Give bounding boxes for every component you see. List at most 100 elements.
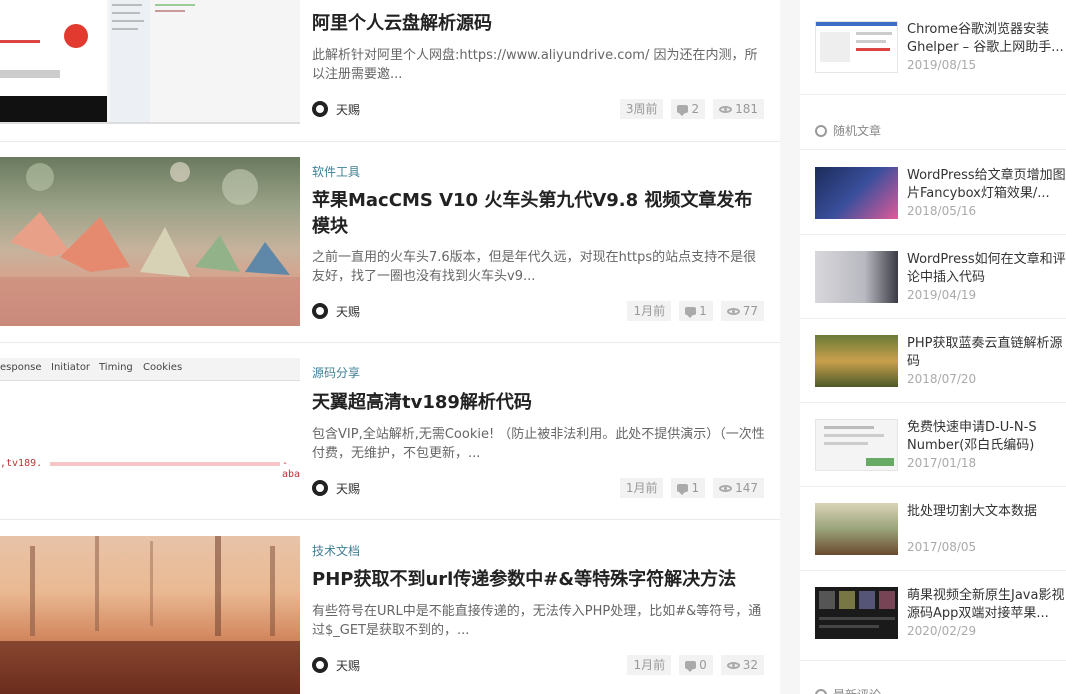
sidebar-post-title[interactable]: WordPress如何在文章和评论中插入代码 <box>907 251 1066 287</box>
sidebar-post-thumbnail <box>815 503 898 555</box>
post-title[interactable]: 阿里个人云盘解析源码 <box>312 11 767 37</box>
sidebar-post-item[interactable]: PHP获取蓝奏云直链解析源码 2018/07/20 <box>815 335 1066 387</box>
comment-icon <box>685 661 697 672</box>
post-category[interactable]: 软件工具 <box>312 163 360 180</box>
sidebar-post-title[interactable]: 批处理切割大文本数据 <box>907 503 1066 521</box>
gear-icon <box>815 124 827 137</box>
sidebar-post-thumbnail <box>815 251 898 303</box>
post-meta: 天赐 1月前 1 147 <box>312 478 764 498</box>
post-item: 阿里个人云盘解析源码 此解析针对阿里个人网盘:https://www.aliyu… <box>0 0 780 141</box>
sidebar-post-title[interactable]: WordPress给文章页增加图片Fancybox灯箱效果/... <box>907 167 1066 203</box>
post-title[interactable]: 天翼超高清tv189解析代码 <box>312 390 767 416</box>
eye-icon <box>726 661 740 669</box>
author-avatar-icon <box>312 303 328 319</box>
sidebar-post-item[interactable]: WordPress给文章页增加图片Fancybox灯箱效果/... 2018/0… <box>815 167 1066 219</box>
sidebar-post-item[interactable]: 萌果视频全新原生Java影视源码App双端对接苹果... 2020/02/29 <box>815 587 1066 639</box>
sidebar-post-date: 2018/07/20 <box>907 372 977 386</box>
sidebar-post-item[interactable]: 免费快速申请D-U-N-S Number(邓白氏编码) 2017/01/18 <box>815 419 1066 471</box>
devtools-tab: Cookies <box>143 362 183 373</box>
post-thumbnail[interactable] <box>0 157 300 326</box>
post-author[interactable]: 天赐 <box>312 478 360 498</box>
post-author[interactable]: 天赐 <box>312 301 360 321</box>
sidebar-post-title[interactable]: 免费快速申请D-U-N-S Number(邓白氏编码) <box>907 419 1066 455</box>
view-count-badge: 147 <box>713 478 764 498</box>
view-count: 77 <box>742 304 758 318</box>
redacted-bar <box>50 462 280 466</box>
view-count: 181 <box>735 102 758 116</box>
comment-count-badge[interactable]: 1 <box>671 478 706 498</box>
sidebar-post-title[interactable]: Chrome谷歌浏览器安装Ghelper – 谷歌上网助手... <box>907 21 1066 57</box>
devtools-tab: esponse <box>0 362 42 373</box>
sidebar-post-thumbnail <box>815 167 898 219</box>
sidebar-divider <box>800 234 1066 235</box>
devtools-tab: Initiator <box>51 362 91 373</box>
post-category[interactable]: 源码分享 <box>312 364 360 381</box>
paper-cranes-image <box>0 162 300 326</box>
sidebar-post-item[interactable]: 批处理切割大文本数据 2017/08/05 <box>815 503 1066 555</box>
devtools-tab: Timing <box>99 362 133 373</box>
sidebar-post-date: 2019/08/15 <box>907 58 977 72</box>
view-count-badge: 181 <box>713 99 764 119</box>
sidebar-divider <box>800 486 1066 487</box>
sidebar-post-item[interactable]: Chrome谷歌浏览器安装Ghelper – 谷歌上网助手... 2019/08… <box>815 21 1066 73</box>
screenshot-thumbnail <box>0 0 300 124</box>
sidebar-post-thumbnail <box>815 21 898 73</box>
sidebar-post-date: 2020/02/29 <box>907 624 977 638</box>
post-thumbnail[interactable] <box>0 0 300 124</box>
comment-count-badge[interactable]: 0 <box>679 655 713 675</box>
eye-icon <box>726 307 740 315</box>
author-avatar-icon <box>312 101 328 117</box>
post-thumbnail[interactable] <box>0 536 300 694</box>
post-author[interactable]: 天赐 <box>312 99 360 119</box>
author-avatar-icon <box>312 657 328 673</box>
comment-count: 1 <box>691 481 700 495</box>
sidebar-post-thumbnail <box>815 419 898 471</box>
comment-count-badge[interactable]: 2 <box>671 99 706 119</box>
autumn-forest-image <box>0 536 300 694</box>
devtools-code-text: ,tv189. <box>0 458 43 469</box>
sidebar-post-title[interactable]: 萌果视频全新原生Java影视源码App双端对接苹果... <box>907 587 1066 623</box>
sidebar-post-date: 2017/01/18 <box>907 456 977 470</box>
post-title[interactable]: 苹果MacCMS V10 火车头第九代V9.8 视频文章发布模块 <box>312 188 767 240</box>
author-name: 天赐 <box>336 658 361 673</box>
post-meta: 天赐 1月前 0 32 <box>312 655 764 675</box>
sidebar-post-date: 2019/04/19 <box>907 288 977 302</box>
comment-count-badge[interactable]: 1 <box>679 301 713 321</box>
author-name: 天赐 <box>336 481 361 496</box>
sidebar: Chrome谷歌浏览器安装Ghelper – 谷歌上网助手... 2019/08… <box>800 0 1066 694</box>
sidebar-divider <box>800 402 1066 403</box>
sidebar-post-date: 2018/05/16 <box>907 204 977 218</box>
post-item: 软件工具 苹果MacCMS V10 火车头第九代V9.8 视频文章发布模块 之前… <box>0 142 780 342</box>
comment-count: 1 <box>699 304 707 318</box>
post-category[interactable]: 技术文档 <box>312 542 360 559</box>
post-item: esponse Initiator Timing Cookies ,tv189.… <box>0 343 780 519</box>
author-name: 天赐 <box>336 304 361 319</box>
sidebar-post-title[interactable]: PHP获取蓝奏云直链解析源码 <box>907 335 1066 371</box>
post-meta: 天赐 3周前 2 181 <box>312 99 764 119</box>
post-excerpt: 此解析针对阿里个人网盘:https://www.aliyundrive.com/… <box>312 48 758 82</box>
author-avatar-icon <box>312 480 328 496</box>
post-time-badge: 1月前 <box>627 301 672 321</box>
post-excerpt: 包含VIP,全站解析,无需Cookie! （防止被非法利用。此处不提供演示）（一… <box>312 427 765 461</box>
sidebar-divider <box>800 570 1066 571</box>
post-time-badge: 1月前 <box>627 655 672 675</box>
post-author[interactable]: 天赐 <box>312 655 360 675</box>
sidebar-post-item[interactable]: WordPress如何在文章和评论中插入代码 2019/04/19 <box>815 251 1066 303</box>
comment-icon <box>677 105 689 116</box>
comment-count: 2 <box>691 102 700 116</box>
view-count: 32 <box>742 658 758 672</box>
view-count-badge: 77 <box>720 301 764 321</box>
gear-icon <box>815 688 827 694</box>
post-time-badge: 3周前 <box>619 99 664 119</box>
latest-comments-heading: 最新评论 <box>815 686 881 694</box>
main-content: 阿里个人云盘解析源码 此解析针对阿里个人网盘:https://www.aliyu… <box>0 0 780 694</box>
sidebar-divider <box>800 94 1066 95</box>
post-thumbnail[interactable]: esponse Initiator Timing Cookies ,tv189.… <box>0 358 300 518</box>
sidebar-divider <box>800 149 1066 150</box>
eye-icon <box>719 484 733 492</box>
random-posts-heading-text: 随机文章 <box>833 124 882 138</box>
post-title[interactable]: PHP获取不到url传递参数中#&等特殊字符解决方法 <box>312 567 767 593</box>
post-item: 技术文档 PHP获取不到url传递参数中#&等特殊字符解决方法 有些符号在URL… <box>0 520 780 694</box>
sidebar-divider <box>800 660 1066 661</box>
sidebar-post-thumbnail <box>815 335 898 387</box>
